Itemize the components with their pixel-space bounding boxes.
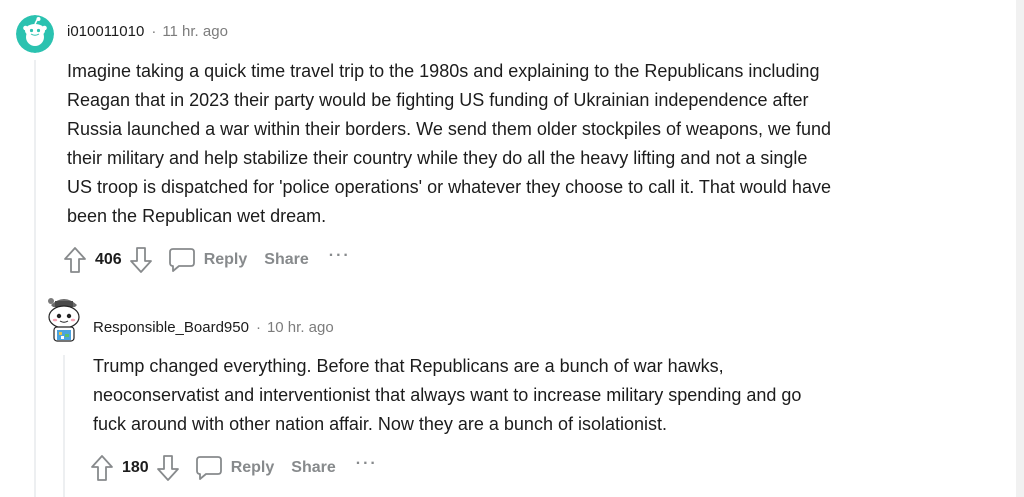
separator: · bbox=[151, 23, 157, 40]
upvote-arrow-icon bbox=[91, 455, 113, 481]
comment-actions: 406 Reply Share ··· bbox=[62, 245, 351, 275]
reply-label: Reply bbox=[230, 459, 275, 476]
comment-line: Trump changed everything. Before that Re… bbox=[93, 356, 724, 376]
thread-line[interactable] bbox=[63, 355, 65, 497]
reply-button[interactable]: Reply bbox=[168, 247, 248, 273]
share-label: Share bbox=[291, 459, 336, 476]
upvote-button[interactable] bbox=[89, 453, 115, 483]
speech-bubble-icon bbox=[195, 456, 222, 480]
speech-bubble-icon bbox=[168, 248, 195, 272]
upvote-button[interactable] bbox=[62, 245, 88, 275]
vote-count: 406 bbox=[95, 251, 122, 268]
timestamp[interactable]: 10 hr. ago bbox=[267, 319, 334, 336]
timestamp[interactable]: 11 hr. ago bbox=[162, 23, 228, 40]
ellipsis-icon: ··· bbox=[328, 247, 351, 264]
comment-line: Russia launched a war within their borde… bbox=[67, 119, 832, 139]
custom-snoo-avatar-icon bbox=[48, 298, 80, 342]
more-options-button[interactable]: ··· bbox=[329, 247, 351, 265]
vote-count: 180 bbox=[122, 459, 149, 476]
downvote-arrow-icon bbox=[129, 247, 152, 273]
comment-line: fuck around with other nation affair. No… bbox=[93, 414, 668, 434]
ellipsis-icon: ··· bbox=[355, 455, 378, 472]
comment-line: Reagan that in 2023 their party would be… bbox=[67, 90, 809, 110]
comment-line: Imagine taking a quick time travel trip … bbox=[67, 61, 820, 81]
comment: i010011010 · 11 hr. ago Imagine taking a… bbox=[0, 0, 1024, 497]
downvote-arrow-icon bbox=[156, 455, 179, 481]
comment-line: been the Republican wet dream. bbox=[67, 206, 327, 226]
comment-header: Responsible_Board950 · 10 hr. ago bbox=[93, 319, 334, 336]
avatar[interactable] bbox=[16, 15, 54, 53]
comment-body: Imagine taking a quick time travel trip … bbox=[67, 57, 967, 231]
separator: · bbox=[255, 319, 261, 336]
comment-line: their military and help stabilize their … bbox=[67, 148, 808, 168]
reddit-snoo-avatar-icon bbox=[16, 15, 54, 53]
upvote-arrow-icon bbox=[64, 247, 86, 273]
share-button[interactable]: Share bbox=[291, 459, 335, 477]
share-label: Share bbox=[264, 251, 309, 268]
reply-button[interactable]: Reply bbox=[195, 455, 275, 481]
downvote-button[interactable] bbox=[128, 245, 154, 275]
avatar[interactable] bbox=[43, 295, 85, 343]
comment-header: i010011010 · 11 hr. ago bbox=[67, 23, 228, 40]
username[interactable]: Responsible_Board950 bbox=[93, 319, 249, 336]
more-options-button[interactable]: ··· bbox=[356, 455, 378, 473]
comment-body: Trump changed everything. Before that Re… bbox=[93, 352, 973, 439]
share-button[interactable]: Share bbox=[264, 251, 308, 269]
comment-thread: i010011010 · 11 hr. ago Imagine taking a… bbox=[0, 0, 1024, 497]
downvote-button[interactable] bbox=[155, 453, 181, 483]
comment-line: neoconservatist and interventionist that… bbox=[93, 385, 802, 405]
reply-label: Reply bbox=[203, 251, 248, 268]
comment: Responsible_Board950 · 10 hr. ago Trump … bbox=[0, 280, 1024, 497]
comment-actions: 180 Reply Share ··· bbox=[89, 453, 378, 483]
username[interactable]: i010011010 bbox=[67, 23, 144, 40]
comment-line: US troop is dispatched for 'police opera… bbox=[67, 177, 831, 197]
